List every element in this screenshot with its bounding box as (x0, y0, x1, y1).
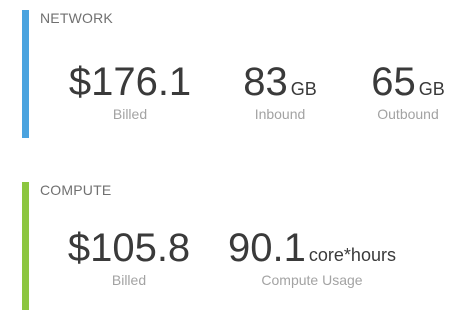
network-inbound-unit: GB (290, 79, 317, 99)
network-section-title: NETWORK (40, 10, 113, 26)
compute-billed-value: $105.8 (67, 226, 191, 270)
compute-billed-caption: Billed (111, 272, 147, 288)
compute-usage-unit: core*hours (308, 245, 396, 265)
network-section: NETWORK $176.1 Billed 83 GB Inbound 65 GB … (0, 0, 458, 140)
compute-usage-caption: Compute Usage (261, 272, 363, 288)
metric-value: $176.1 (60, 62, 200, 102)
network-billed-caption: Billed (112, 106, 148, 122)
network-outbound-unit: GB (418, 79, 445, 99)
network-inbound-metric: 83 GB Inbound (228, 62, 332, 122)
compute-section-title: COMPUTE (40, 182, 112, 198)
compute-billed-metric: $105.8 Billed (60, 228, 198, 288)
compute-section: COMPUTE $105.8 Billed 90.1 core*hours Com… (0, 172, 458, 310)
network-outbound-value: 65 (371, 60, 416, 104)
metric-value: 65 GB (358, 62, 458, 102)
network-inbound-value: 83 (243, 60, 288, 104)
network-billed-value: $176.1 (68, 60, 192, 104)
compute-usage-metric: 90.1 core*hours Compute Usage (212, 228, 412, 288)
metric-value: 83 GB (228, 62, 332, 102)
compute-accent-bar (22, 182, 29, 310)
metric-value: $105.8 (60, 228, 198, 268)
metric-value: 90.1 core*hours (212, 228, 412, 268)
network-outbound-caption: Outbound (377, 106, 439, 122)
network-accent-bar (22, 10, 29, 138)
network-outbound-metric: 65 GB Outbound (358, 62, 458, 122)
compute-usage-value: 90.1 (228, 226, 306, 270)
network-inbound-caption: Inbound (254, 106, 306, 122)
network-billed-metric: $176.1 Billed (60, 62, 200, 122)
